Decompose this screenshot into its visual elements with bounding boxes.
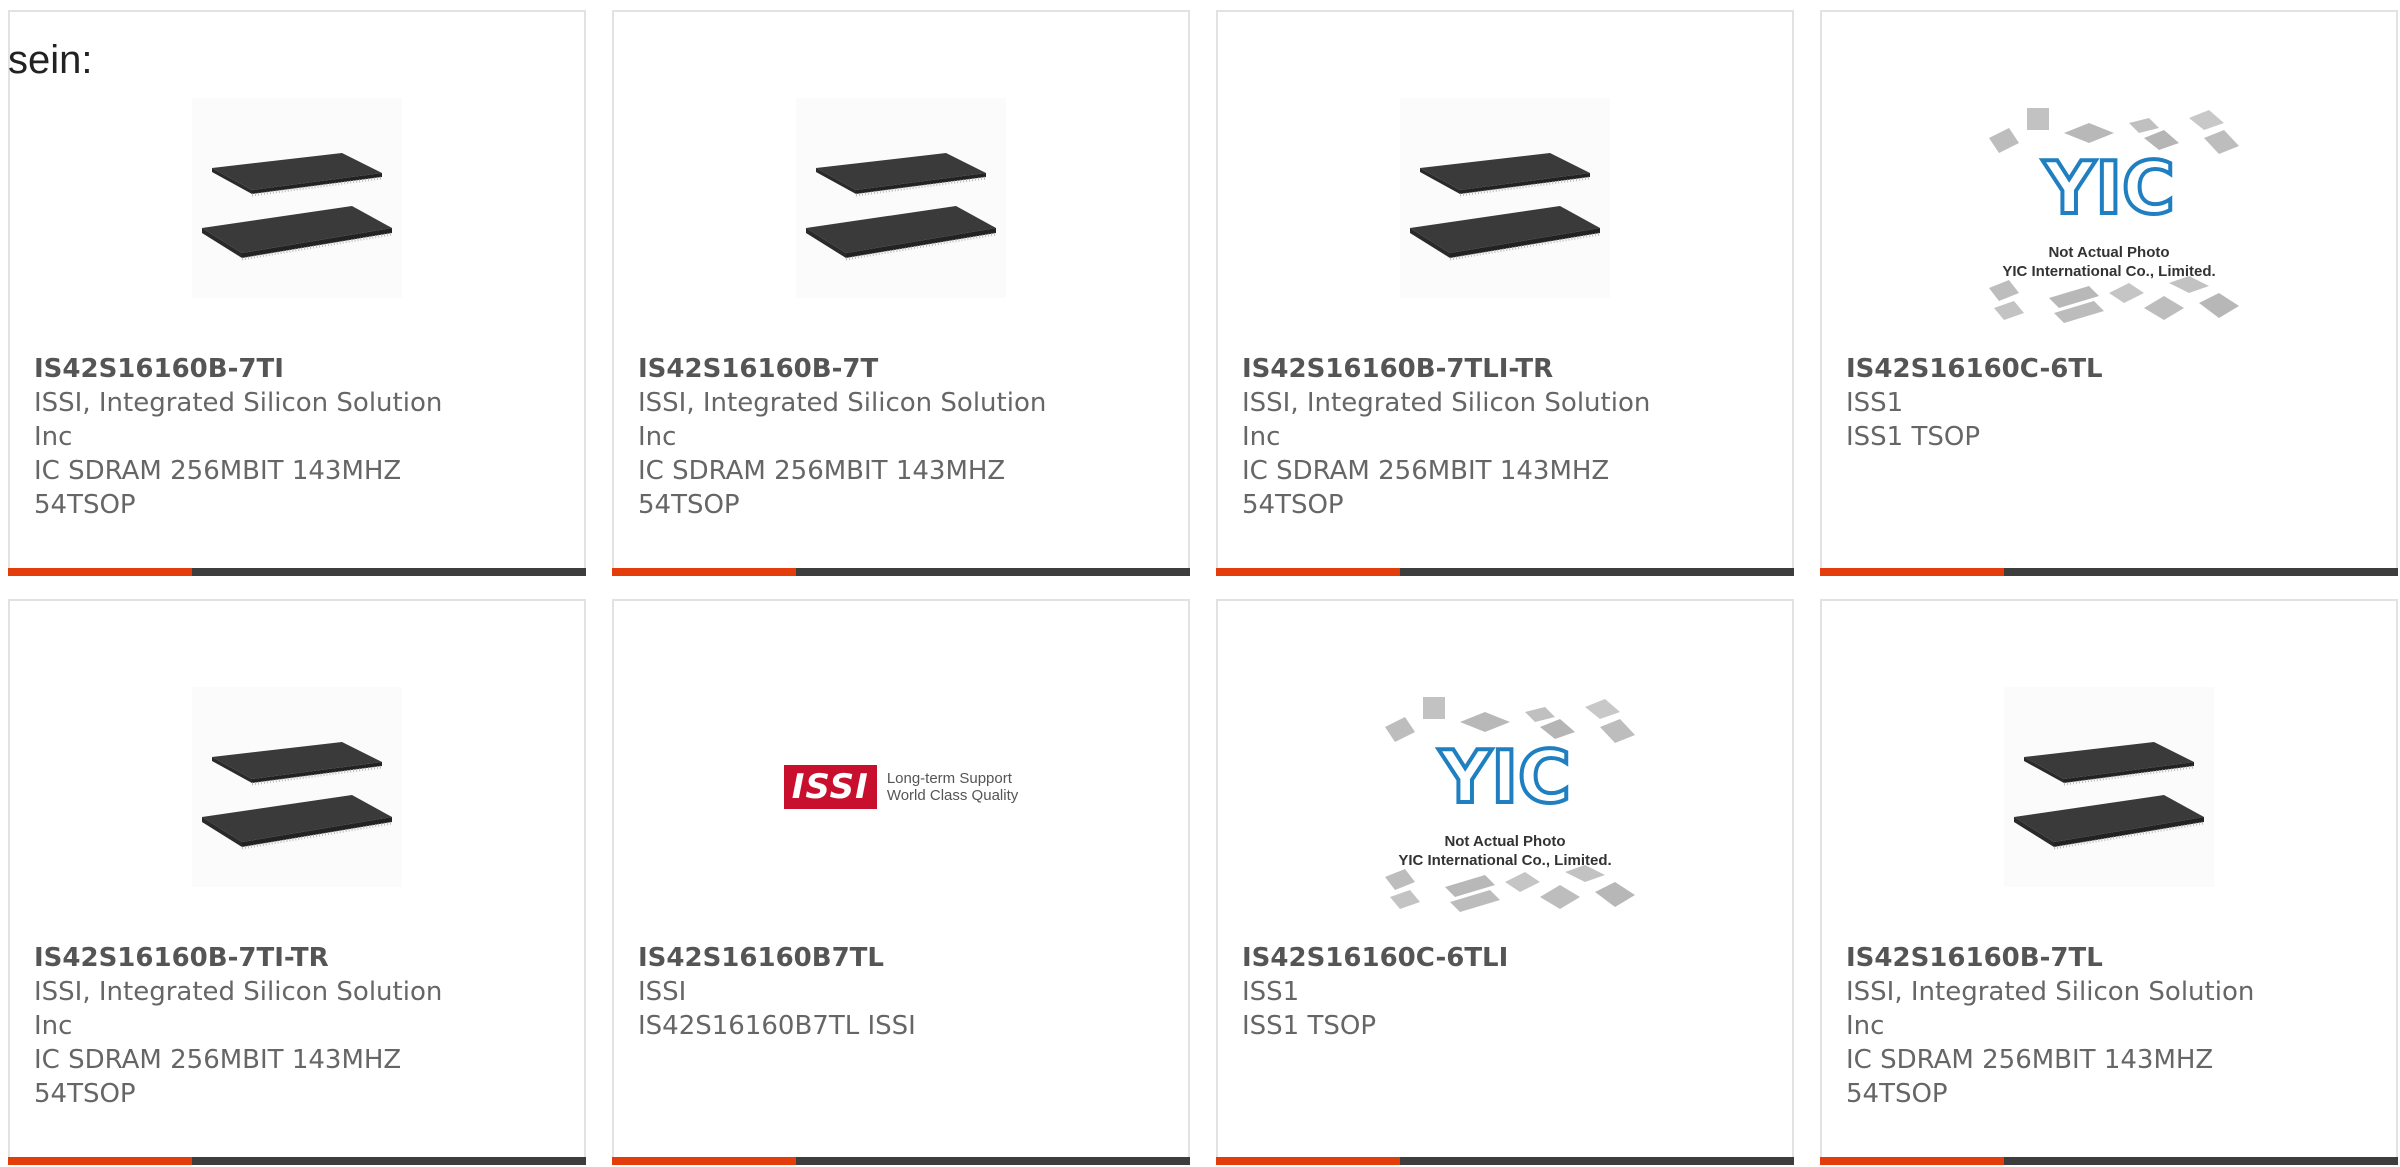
card-footer-bar [8,568,586,576]
svg-text:YIC: YIC [2042,146,2175,230]
svg-text:YIC: YIC [1438,735,1571,819]
part-number[interactable]: IS42S16160B-7TI-TR [34,941,454,975]
manufacturer: ISS1 [1846,388,1904,418]
card-footer-bar [1216,1157,1794,1165]
issi-logo-mark: ISSI [783,765,877,809]
card-accent-bar [612,568,796,576]
yic-placeholder-caption: Not Actual Photo YIC International Co., … [2002,244,2216,280]
manufacturer: ISSI, Integrated Silicon Solution Inc [34,977,443,1041]
tsop-chip-image [796,98,1006,298]
part-number[interactable]: IS42S16160B-7TL [1846,941,2266,975]
product-info: IS42S16160B-7TL ISSI, Integrated Silicon… [1846,941,2266,1111]
tsop-chip-image [1400,98,1610,298]
part-number[interactable]: IS42S16160B-7TI [34,352,454,386]
tsop-chip-image [2004,687,2214,887]
product-description: IC SDRAM 256MBIT 143MHZ 54TSOP [34,1045,402,1109]
yic-placeholder-image: YIC Not Actual Photo YIC International C… [1365,687,1645,927]
tsop-chip-image [192,98,402,298]
product-description: IC SDRAM 256MBIT 143MHZ 54TSOP [638,456,1006,520]
product-thumbnail[interactable]: YIC Not Actual Photo YIC International C… [1822,102,2396,334]
product-card[interactable]: YIC Not Actual Photo YIC International C… [1216,599,1794,1165]
product-info: IS42S16160B-7TI ISSI, Integrated Silicon… [34,352,454,522]
issi-logo-tagline: Long-term Support World Class Quality [886,770,1019,804]
product-thumbnail[interactable] [1822,671,2396,903]
tsop-chip-image [192,687,402,887]
part-number[interactable]: IS42S16160B7TL [638,941,1058,975]
manufacturer: ISSI [638,977,687,1007]
card-accent-bar [1820,1157,2004,1165]
card-accent-bar [8,568,192,576]
card-accent-bar [1216,568,1400,576]
product-info: IS42S16160C-6TLI ISS1 ISS1 TSOP [1242,941,1662,1043]
product-info: IS42S16160B-7T ISSI, Integrated Silicon … [638,352,1058,522]
product-thumbnail[interactable] [614,82,1188,314]
manufacturer: ISSI, Integrated Silicon Solution Inc [34,388,443,452]
issi-logo: ISSI Long-term Support World Class Quali… [783,765,1019,809]
part-number[interactable]: IS42S16160C-6TLI [1242,941,1662,975]
part-number[interactable]: IS42S16160C-6TL [1846,352,2266,386]
product-info: IS42S16160B-7TLI-TR ISSI, Integrated Sil… [1242,352,1662,522]
card-accent-bar [1216,1157,1400,1165]
product-thumbnail[interactable]: ISSI Long-term Support World Class Quali… [614,671,1188,903]
product-info: IS42S16160B-7TI-TR ISSI, Integrated Sili… [34,941,454,1111]
product-description: ISS1 TSOP [1242,1011,1377,1041]
product-card[interactable]: ISSI Long-term Support World Class Quali… [612,599,1190,1165]
product-info: IS42S16160C-6TL ISS1 ISS1 TSOP [1846,352,2266,454]
product-description: IC SDRAM 256MBIT 143MHZ 54TSOP [34,456,402,520]
product-card[interactable]: IS42S16160B-7T ISSI, Integrated Silicon … [612,10,1190,576]
product-card[interactable]: IS42S16160B-7TI ISSI, Integrated Silicon… [8,10,586,576]
yic-placeholder-caption: Not Actual Photo YIC International Co., … [1398,833,1612,869]
product-thumbnail[interactable]: YIC Not Actual Photo YIC International C… [1218,691,1792,923]
part-number[interactable]: IS42S16160B-7T [638,352,1058,386]
manufacturer: ISSI, Integrated Silicon Solution Inc [638,388,1047,452]
part-number[interactable]: IS42S16160B-7TLI-TR [1242,352,1662,386]
product-thumbnail[interactable] [1218,82,1792,314]
card-accent-bar [1820,568,2004,576]
card-footer-bar [1216,568,1794,576]
yic-placeholder-image: YIC Not Actual Photo YIC International C… [1969,98,2249,338]
product-card[interactable]: YIC Not Actual Photo YIC International C… [1820,10,2398,576]
card-accent-bar [612,1157,796,1165]
manufacturer: ISS1 [1242,977,1300,1007]
product-card[interactable]: IS42S16160B-7TL ISSI, Integrated Silicon… [1820,599,2398,1165]
product-card[interactable]: IS42S16160B-7TLI-TR ISSI, Integrated Sil… [1216,10,1794,576]
section-heading: sein: [8,38,93,82]
card-footer-bar [1820,1157,2398,1165]
product-info: IS42S16160B7TL ISSI IS42S16160B7TL ISSI [638,941,1058,1043]
product-card[interactable]: IS42S16160B-7TI-TR ISSI, Integrated Sili… [8,599,586,1165]
card-footer-bar [8,1157,586,1165]
product-description: ISS1 TSOP [1846,422,1981,452]
product-thumbnail[interactable] [10,671,584,903]
product-description: IS42S16160B7TL ISSI [638,1011,916,1041]
product-description: IC SDRAM 256MBIT 143MHZ 54TSOP [1846,1045,2214,1109]
card-footer-bar [1820,568,2398,576]
card-footer-bar [612,1157,1190,1165]
manufacturer: ISSI, Integrated Silicon Solution Inc [1846,977,2255,1041]
product-description: IC SDRAM 256MBIT 143MHZ 54TSOP [1242,456,1610,520]
card-accent-bar [8,1157,192,1165]
product-grid: IS42S16160B-7TI ISSI, Integrated Silicon… [8,10,2400,1165]
card-footer-bar [612,568,1190,576]
product-thumbnail[interactable] [10,82,584,314]
manufacturer: ISSI, Integrated Silicon Solution Inc [1242,388,1651,452]
